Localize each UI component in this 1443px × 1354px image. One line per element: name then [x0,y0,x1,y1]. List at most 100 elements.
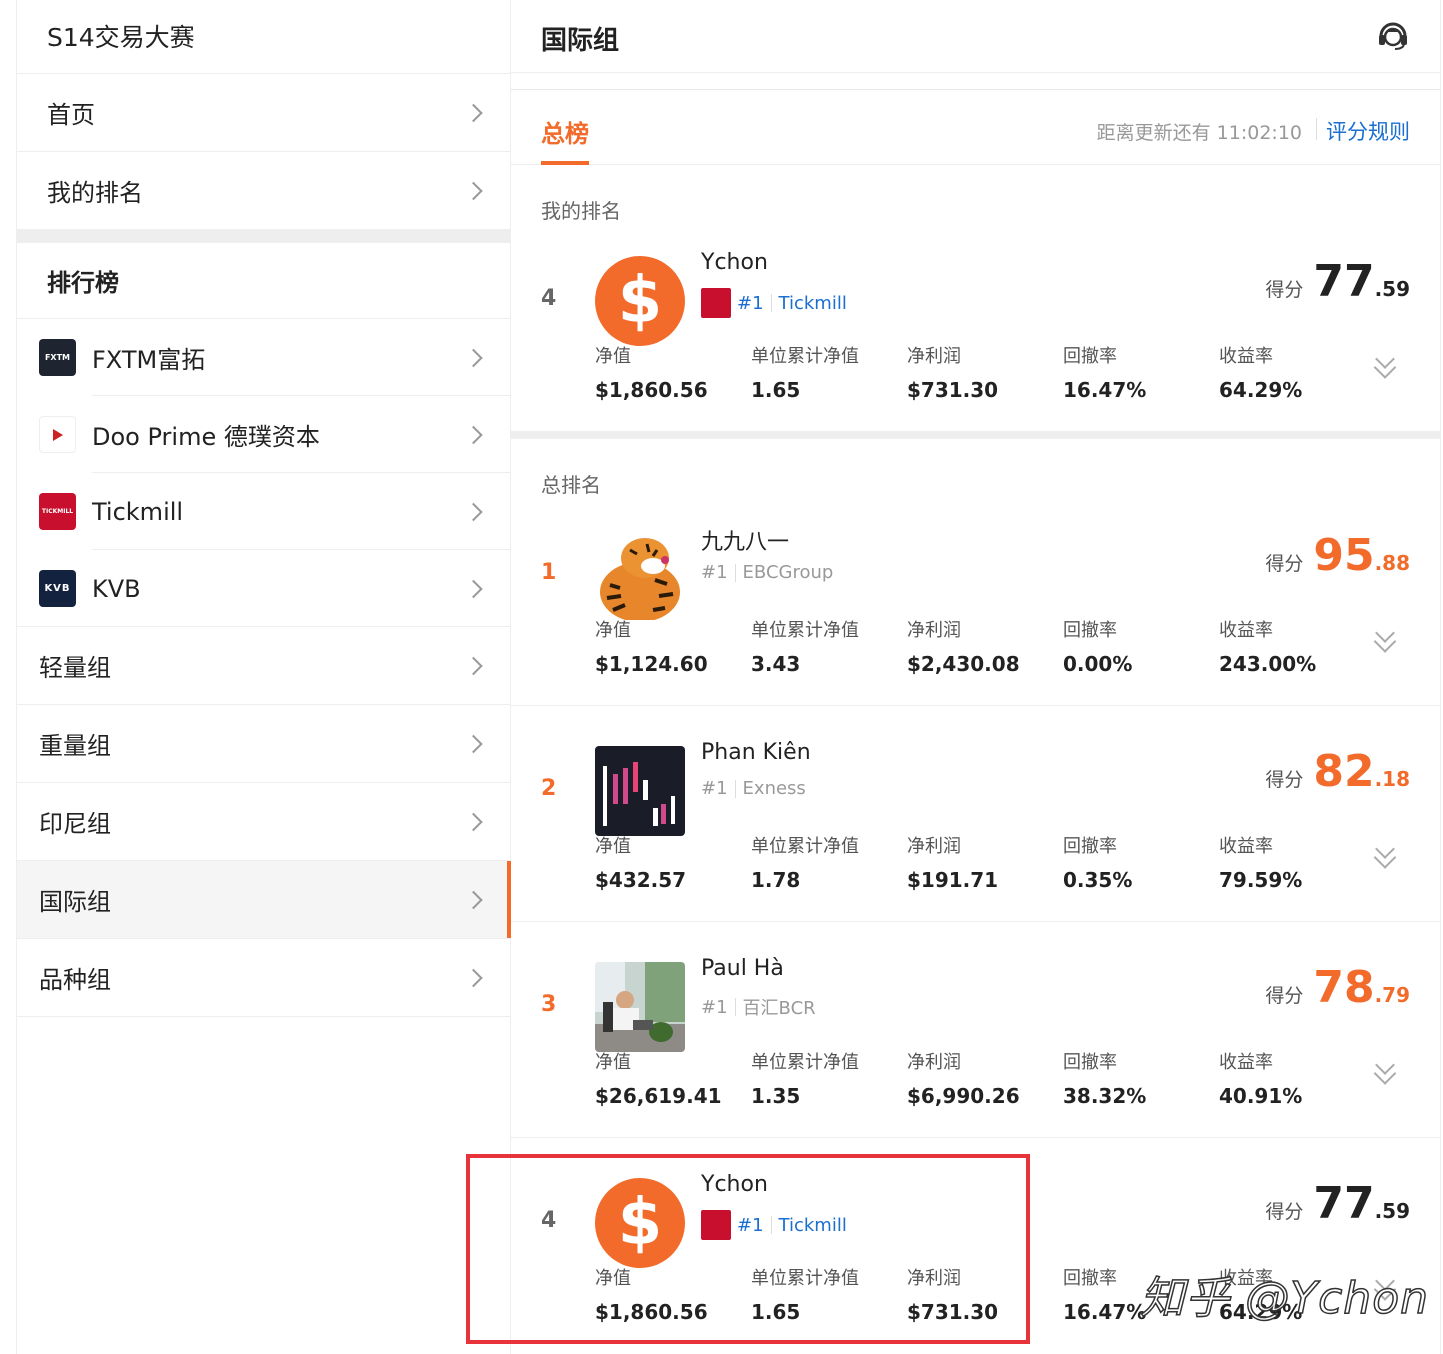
score-int: 82 [1313,746,1375,797]
leaderboard-entry[interactable]: 3 Paul Hà #1 百汇BCR 得分 78 .79 净值 $26,619.… [511,922,1440,1138]
rank-tag: #1 [701,996,728,1018]
sidebar: S14交易大赛 首页 我的排名 排行榜 FXTM FXTM富拓 Doo Prim… [16,0,511,1354]
stats: 净值 $432.57 单位累计净值 1.78 净利润 $191.71 回撤率 0.35%… [595,832,1375,892]
username: Paul Hà [701,956,784,981]
stat-value: $6,990.26 [907,1084,1020,1108]
broker-label: Tickmill [92,497,184,526]
entry-meta: #1 Exness [701,778,806,799]
score-label: 得分 [1265,553,1304,575]
watermark: 知乎 @Ychon [1140,1272,1429,1325]
score-int: 78 [1313,962,1375,1013]
stat-value: 1.65 [751,1300,801,1324]
section-separator [511,431,1440,439]
group-label: 国际组 [39,888,111,916]
score-label: 得分 [1265,985,1304,1007]
stat-value: 1.65 [751,378,801,402]
app-title: S14交易大赛 [17,0,510,74]
stat-label: 净值 [595,1052,631,1073]
expand-chevron-icon[interactable] [1375,349,1395,369]
score-dec: .59 [1374,277,1410,301]
score: 得分 77 .59 [1265,1178,1410,1229]
stat-label: 净值 [595,1268,631,1289]
expand-chevron-icon[interactable] [1375,1055,1395,1075]
stat-label: 净值 [595,836,631,857]
rank-tag: #1 [701,778,728,799]
nav-home[interactable]: 首页 [17,74,510,152]
avatar: $ [595,1178,685,1268]
stat-label: 净利润 [907,620,961,641]
stat-label: 单位累计净值 [751,1268,859,1289]
chevron-right-icon [464,348,483,367]
broker-kvb[interactable]: KVB KVB [17,550,510,627]
score-dec: .79 [1374,983,1410,1007]
rank-tag: #1 [737,1214,764,1236]
stats: 净值 $1,124.60 单位累计净值 3.43 净利润 $2,430.08 回撤率 0… [595,616,1375,676]
stat-label: 回撤率 [1063,346,1117,367]
broker-fxtm[interactable]: FXTM FXTM富拓 [17,319,510,396]
username: Ychon [701,1172,768,1197]
stat-value: 79.59% [1219,868,1303,892]
group-heavy[interactable]: 重量组 [17,705,510,783]
stat-value: 3.43 [751,652,801,676]
chevron-right-icon [464,968,483,987]
tickmill-logo [701,288,731,318]
dollar-icon: $ [617,1186,663,1260]
group-international[interactable]: 国际组 [17,861,511,939]
broker-label: KVB [92,574,141,603]
kvb-logo: KVB [39,570,76,607]
stat-value: $1,124.60 [595,652,708,676]
broker-name: EBCGroup [742,562,834,583]
tab-overall[interactable]: 总榜 [541,114,589,149]
rank-tag: #1 [737,292,764,314]
tab-underline [541,161,589,165]
broker-name[interactable]: Tickmill [779,1215,847,1236]
score-int: 95 [1313,530,1375,581]
nav-home-label: 首页 [47,101,95,129]
expand-chevron-icon[interactable] [1375,839,1395,859]
broker-doo-prime[interactable]: Doo Prime 德璞资本 [17,396,510,473]
group-label: 重量组 [39,732,111,760]
my-entry-card[interactable]: 4 $ Ychon #1 Tickmill 得分 77 .59 净值 $1,860… [511,216,1440,431]
expand-chevron-icon[interactable] [1375,623,1395,643]
score-label: 得分 [1265,279,1304,301]
stat-value: 38.32% [1063,1084,1147,1108]
stat-label: 净利润 [907,836,961,857]
group-light[interactable]: 轻量组 [17,627,510,705]
tab-bar: 总榜 距离更新还有 11:02:10 评分规则 [511,90,1440,165]
stat-label: 收益率 [1219,620,1273,641]
group-indonesia[interactable]: 印尼组 [17,783,510,861]
leaderboard-entry[interactable]: 1 九九八一 #1 EBCGroup 得分 95 .88 净值 $1,124.60 [511,490,1440,706]
scoring-rules-link[interactable]: 评分规则 [1326,116,1410,146]
main-panel: 国际组 总榜 距离更新还有 11:02:10 评分规则 我的排名 4 $ Ych… [511,0,1441,1354]
stat-value: $26,619.41 [595,1084,722,1108]
entry-meta: #1 Tickmill [701,1210,847,1240]
chevron-right-icon [464,425,483,444]
chevron-right-icon [464,103,483,122]
fxtm-logo: FXTM [39,339,76,376]
stat-label: 单位累计净值 [751,836,859,857]
stat-label: 单位累计净值 [751,620,859,641]
group-instrument[interactable]: 品种组 [17,939,510,1017]
chevron-right-icon [464,181,483,200]
avatar [595,962,685,1052]
stat-label: 净值 [595,620,631,641]
stat-label: 回撤率 [1063,836,1117,857]
nav-my-ranking[interactable]: 我的排名 [17,152,510,230]
leaderboard-entry[interactable]: 2 Phan Kiên #1 Exness 得分 82 .18 净值 $432.… [511,706,1440,922]
score-dec: .59 [1374,1199,1410,1223]
page-title: 国际组 [541,26,620,56]
stat-value: 16.47% [1063,378,1147,402]
broker-label: FXTM富拓 [92,346,206,374]
broker-tickmill[interactable]: TICKMILL Tickmill [17,473,510,550]
score-int: 77 [1313,1178,1375,1229]
stat-value: $1,860.56 [595,1300,708,1324]
chevron-right-icon [464,890,483,909]
broker-name: Exness [742,778,806,799]
broker-name[interactable]: Tickmill [779,293,847,314]
update-countdown: 距离更新还有 11:02:10 [1096,122,1302,144]
customer-service-icon[interactable] [1376,18,1410,52]
entry-meta: #1 Tickmill [701,288,847,318]
rank-number: 4 [541,1208,557,1233]
stat-value: 0.00% [1063,652,1133,676]
stat-value: 1.78 [751,868,801,892]
